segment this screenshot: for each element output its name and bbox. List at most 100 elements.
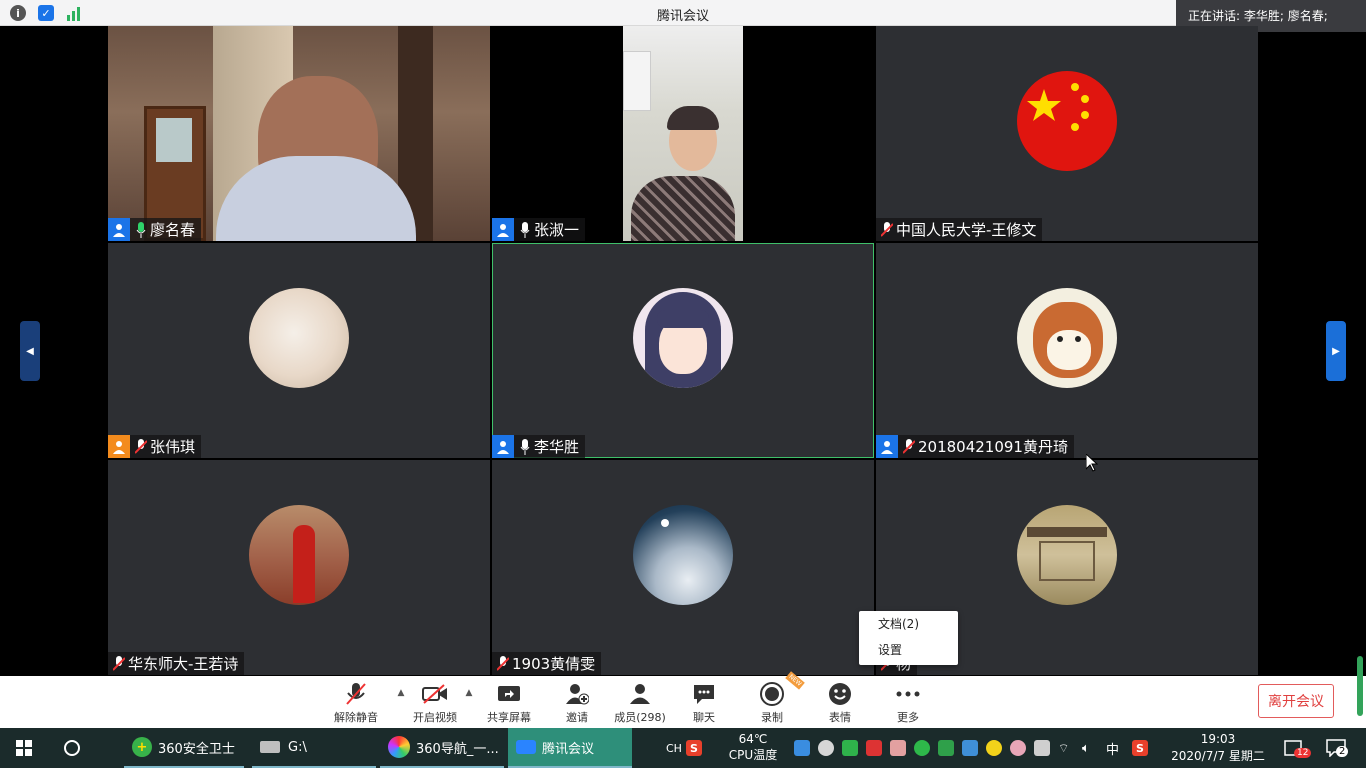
share-screen-button[interactable]: 共享屏幕 [477, 682, 541, 726]
user-icon [876, 435, 898, 458]
taskbar-app-tencent-meeting[interactable]: 腾讯会议 [508, 728, 632, 768]
chevron-left-icon: ◀ [26, 345, 34, 357]
unmute-button[interactable]: 解除静音 [324, 682, 388, 726]
record-button[interactable]: 录制 NEW [740, 671, 805, 726]
mic-muted-icon [902, 438, 916, 456]
user-icon [108, 218, 130, 241]
mic-muted-icon [880, 221, 894, 239]
taskbar-app-360-security[interactable]: + 360安全卫士 [124, 728, 244, 768]
user-tray-icon[interactable] [890, 740, 906, 756]
participant-nametag: 20180421091黄丹琦 [876, 435, 1074, 458]
sogou-input-icon[interactable]: S [686, 728, 702, 768]
ime-mode[interactable]: 中 [1106, 728, 1119, 768]
avatar [1017, 71, 1117, 171]
chat-button[interactable]: 聊天 [672, 682, 736, 726]
video-tile[interactable]: 张伟琪 [108, 243, 490, 458]
participant-name: 廖名春 [150, 221, 196, 239]
user-icon [492, 218, 514, 241]
globe-icon[interactable] [842, 740, 858, 756]
360-tray-icon[interactable] [986, 740, 1002, 756]
mic-icon [518, 221, 532, 239]
notification-icon[interactable]: 12 [1284, 728, 1312, 768]
participant-nametag: 华东师大-王若诗 [108, 652, 245, 675]
taskbar-app-explorer[interactable]: G:\ [252, 728, 376, 768]
chat-icon [672, 682, 736, 706]
app-tray-icon[interactable] [866, 740, 882, 756]
share-screen-icon [477, 682, 541, 706]
video-tile-active-speaker[interactable]: 李华胜 [492, 243, 874, 458]
avatar [633, 505, 733, 605]
windows-logo-icon [16, 740, 32, 756]
tencent-meeting-icon [516, 740, 536, 754]
cpu-temp-widget[interactable]: 64℃ CPU温度 [725, 731, 781, 763]
participant-name: 张淑一 [534, 221, 580, 239]
user-icon [492, 435, 514, 458]
mouse-cursor-icon [1085, 452, 1099, 476]
user-icon [108, 435, 130, 458]
sogou-tray-icon[interactable]: S [1132, 728, 1148, 768]
wechat-icon[interactable] [914, 740, 930, 756]
participant-nametag: 张淑一 [492, 218, 586, 241]
camera-feed [108, 26, 490, 241]
avatar [1017, 288, 1117, 388]
caret-up-icon[interactable]: ▲ [464, 688, 474, 698]
settings-gear-icon[interactable] [818, 740, 834, 756]
mic-icon [134, 221, 148, 239]
avatar [249, 288, 349, 388]
participant-name: 1903黄倩雯 [512, 655, 596, 673]
next-page-button[interactable]: ▶ [1326, 321, 1346, 381]
menu-item-documents[interactable]: 文档(2) [859, 611, 958, 637]
clock[interactable]: 19:03 2020/7/7 星期二 [1164, 731, 1272, 765]
participant-nametag: 廖名春 [108, 218, 202, 241]
video-tile[interactable]: 廖名春 [108, 26, 490, 241]
search-button[interactable] [63, 728, 81, 768]
more-menu: 文档(2) 设置 [859, 611, 958, 665]
windows-start-button[interactable] [16, 728, 32, 768]
video-tile[interactable]: 华东师大-王若诗 [108, 460, 490, 675]
taskbar-app-360-browser[interactable]: 360导航_一... [380, 728, 504, 768]
menu-item-settings[interactable]: 设置 [859, 637, 958, 663]
security-shield-icon[interactable] [938, 740, 954, 756]
app-tray-icon-2[interactable] [962, 740, 978, 756]
windows-taskbar: + 360安全卫士 G:\ 360导航_一... 腾讯会议 CH S 64℃ C… [0, 728, 1366, 768]
battery-icon[interactable] [1034, 740, 1050, 756]
wifi-icon[interactable]: ⌔ [1058, 728, 1069, 768]
video-grid: 廖名春 张淑一 中国人民大学-王修文 张伟琪 李华胜 20180421091黄丹… [108, 26, 1258, 676]
mic-muted-icon [112, 655, 126, 673]
video-tile[interactable]: 1903黄倩雯 [492, 460, 874, 675]
browser-icon [388, 736, 410, 758]
members-icon [608, 682, 672, 706]
scrollbar[interactable] [1357, 656, 1363, 716]
title-bar: i ✓ 腾讯会议 [0, 0, 1366, 26]
video-tile[interactable]: 张淑一 [492, 26, 874, 241]
china-flag-icon [1027, 83, 1089, 131]
leave-meeting-button[interactable]: 离开会议 [1258, 684, 1334, 718]
ime-ch-label[interactable]: CH [666, 728, 682, 768]
video-tile[interactable]: 20180421091黄丹琦 [876, 243, 1258, 458]
participant-name: 中国人民大学-王修文 [896, 221, 1037, 239]
window-title: 腾讯会议 [656, 9, 709, 24]
start-video-button[interactable]: 开启视频 [403, 682, 467, 726]
members-button[interactable]: 成员(298) [608, 682, 672, 726]
participant-name: 20180421091黄丹琦 [918, 438, 1068, 456]
baidu-netdisk-icon[interactable] [794, 740, 810, 756]
action-center-icon[interactable]: 2 [1326, 728, 1349, 768]
avatar [249, 505, 349, 605]
participant-nametag: 张伟琪 [108, 435, 202, 458]
prev-page-button[interactable]: ◀ [20, 321, 40, 381]
chevron-right-icon: ▶ [1332, 345, 1340, 357]
video-tile[interactable]: 中国人民大学-王修文 [876, 26, 1258, 241]
participant-name: 张伟琪 [150, 438, 196, 456]
add-user-icon [545, 682, 609, 706]
mic-muted-icon [134, 438, 148, 456]
mic-muted-icon [324, 682, 388, 706]
reactions-button[interactable]: 表情 [808, 682, 872, 726]
more-button[interactable]: 更多 [876, 682, 940, 726]
360-shield-icon: + [132, 737, 152, 757]
drive-icon [260, 741, 280, 753]
flower-tray-icon[interactable] [1010, 740, 1026, 756]
volume-icon[interactable]: 🔈︎ [1082, 728, 1090, 768]
participant-nametag: 中国人民大学-王修文 [876, 218, 1043, 241]
mic-icon [518, 438, 532, 456]
invite-button[interactable]: 邀请 [545, 682, 609, 726]
